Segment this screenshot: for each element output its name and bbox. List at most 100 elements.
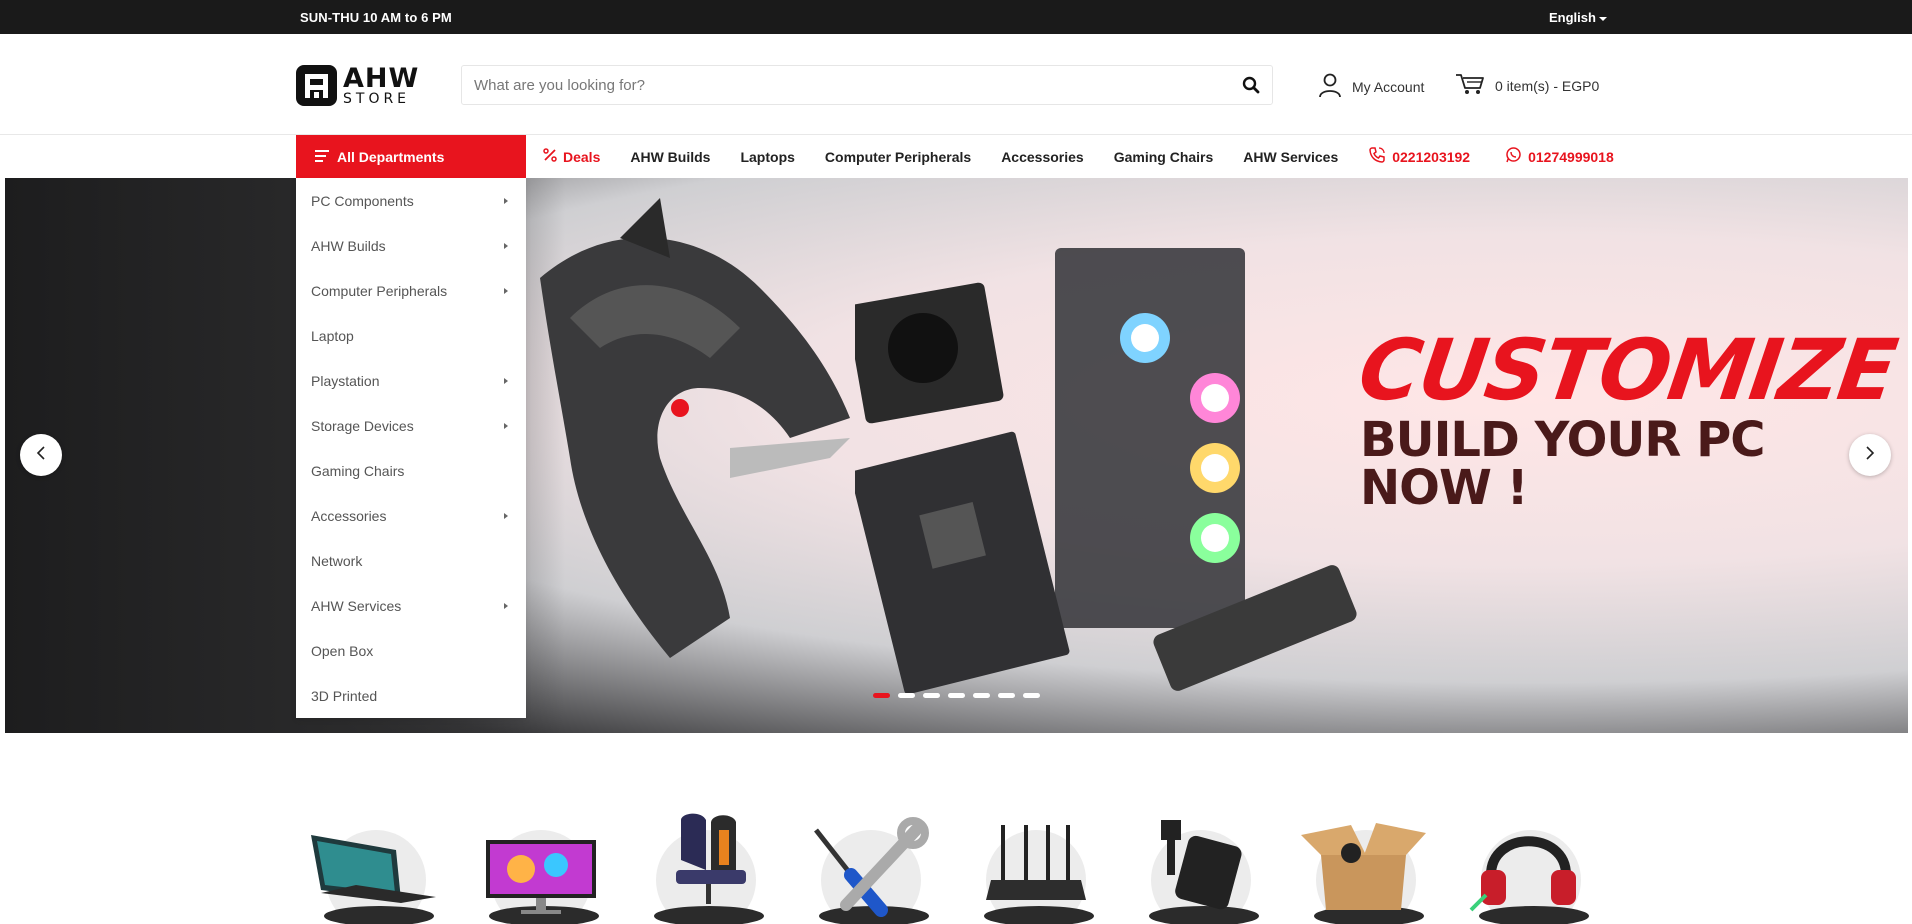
search-input[interactable] <box>462 66 1202 104</box>
dept-item-label: Gaming Chairs <box>311 462 405 479</box>
category-headset[interactable] <box>1451 810 1601 924</box>
slider-dot[interactable] <box>898 693 915 698</box>
departments-menu: PC Components AHW Builds Computer Periph… <box>296 178 526 718</box>
search-box <box>461 65 1273 105</box>
dept-item-computer-peripherals[interactable]: Computer Peripherals <box>296 268 526 313</box>
slider-dot[interactable] <box>923 693 940 698</box>
caret-right-icon <box>504 422 508 429</box>
dept-item-label: Playstation <box>311 372 380 389</box>
logo-text-secondary: STORE <box>343 90 411 107</box>
language-label: English <box>1549 10 1596 25</box>
caret-right-icon <box>504 197 508 204</box>
percent-icon <box>543 148 557 165</box>
caret-right-icon <box>504 512 508 519</box>
nav-link-accessories[interactable]: Accessories <box>1001 149 1084 165</box>
slider-dot[interactable] <box>973 693 990 698</box>
category-gaming-chair[interactable] <box>626 810 776 924</box>
category-services[interactable] <box>791 810 941 924</box>
slider-dot[interactable] <box>948 693 965 698</box>
whatsapp-icon <box>1504 146 1522 167</box>
slider-next-button[interactable] <box>1849 434 1891 476</box>
store-hours: SUN-THU 10 AM to 6 PM <box>300 10 452 25</box>
menu-lines-icon <box>315 149 329 165</box>
top-bar: SUN-THU 10 AM to 6 PM English <box>0 0 1912 34</box>
category-strip <box>296 810 1616 924</box>
monitor-icon <box>486 840 596 914</box>
caret-right-icon <box>504 242 508 249</box>
dept-item-gaming-chairs[interactable]: Gaming Chairs <box>296 448 526 493</box>
main-nav: All Departments Deals AHW Builds Laptops… <box>0 135 1912 178</box>
hero-slider[interactable]: CUSTOMIZE BUILD YOUR PC NOW ! <box>5 178 1908 733</box>
slider-pagination <box>873 693 1040 698</box>
my-account-link[interactable]: My Account <box>1318 72 1424 101</box>
hero-subtitle: BUILD YOUR PC NOW ! <box>1360 412 1765 516</box>
hero-headline: CUSTOMIZE BUILD YOUR PC NOW ! <box>1353 321 1901 516</box>
laptop-icon <box>311 835 436 903</box>
dept-item-ahw-builds[interactable]: AHW Builds <box>296 223 526 268</box>
dept-item-label: PC Components <box>311 192 414 209</box>
cart-icon <box>1455 72 1485 99</box>
open-box-icon <box>1301 823 1426 910</box>
user-icon <box>1318 72 1342 101</box>
nav-link-laptops[interactable]: Laptops <box>740 149 794 165</box>
store-logo[interactable]: AHW STORE <box>296 64 420 106</box>
pc-components-illustration <box>855 248 1357 695</box>
category-monitor[interactable] <box>461 810 611 924</box>
cart-summary: 0 item(s) - EGP0 <box>1495 77 1600 94</box>
logo-mark-icon <box>296 64 337 106</box>
category-laptop[interactable] <box>296 810 446 924</box>
dept-item-pc-components[interactable]: PC Components <box>296 178 526 223</box>
all-departments-button[interactable]: All Departments <box>296 135 526 178</box>
dept-item-network[interactable]: Network <box>296 538 526 583</box>
logo-text-primary: AHW <box>343 62 420 94</box>
account-label: My Account <box>1352 78 1425 95</box>
dept-item-label: 3D Printed <box>311 687 378 704</box>
dept-item-label: Open Box <box>311 642 374 659</box>
slider-dot[interactable] <box>873 693 890 698</box>
whatsapp-link[interactable]: 01274999018 <box>1504 146 1614 167</box>
category-phone-holder[interactable] <box>1121 810 1271 924</box>
search-icon[interactable] <box>1242 76 1262 96</box>
nav-link-ahw-services[interactable]: AHW Services <box>1243 149 1338 165</box>
language-selector[interactable]: English <box>1549 10 1607 25</box>
dept-item-label: Storage Devices <box>311 417 414 434</box>
dept-item-open-box[interactable]: Open Box <box>296 628 526 673</box>
slider-prev-button[interactable] <box>20 434 62 476</box>
phone-link[interactable]: 0221203192 <box>1368 146 1470 167</box>
caret-right-icon <box>504 377 508 384</box>
hero-title: CUSTOMIZE <box>1353 321 1902 419</box>
chevron-left-icon <box>36 445 46 465</box>
site-header: AHW STORE My Account 0 item(s) - EGP0 <box>0 34 1912 135</box>
dept-item-label: AHW Services <box>311 597 402 614</box>
nav-link-deals[interactable]: Deals <box>543 148 600 165</box>
category-open-box[interactable] <box>1286 810 1436 924</box>
gaming-chair-icon <box>676 813 746 904</box>
nav-links: Deals AHW Builds Laptops Computer Periph… <box>543 135 1644 178</box>
dept-item-label: AHW Builds <box>311 237 386 254</box>
caret-right-icon <box>504 602 508 609</box>
nav-link-ahw-builds[interactable]: AHW Builds <box>630 149 710 165</box>
dept-item-ahw-services[interactable]: AHW Services <box>296 583 526 628</box>
all-departments-label: All Departments <box>337 148 445 165</box>
dept-item-label: Network <box>311 552 363 569</box>
dept-item-label: Computer Peripherals <box>311 282 448 299</box>
phone-holder-icon <box>1161 820 1242 910</box>
cart-link[interactable]: 0 item(s) - EGP0 <box>1455 72 1599 99</box>
slider-dot[interactable] <box>998 693 1015 698</box>
dept-item-label: Laptop <box>311 327 354 344</box>
headset-icon <box>1469 836 1576 912</box>
dept-item-storage-devices[interactable]: Storage Devices <box>296 403 526 448</box>
dept-item-playstation[interactable]: Playstation <box>296 358 526 403</box>
nav-link-label: Deals <box>563 148 601 165</box>
nav-link-computer-peripherals[interactable]: Computer Peripherals <box>825 149 971 165</box>
dept-item-laptop[interactable]: Laptop <box>296 313 526 358</box>
chevron-right-icon <box>1865 445 1875 465</box>
slider-dot[interactable] <box>1023 693 1040 698</box>
phone-icon <box>1368 146 1386 167</box>
category-network[interactable] <box>956 810 1106 924</box>
dept-item-accessories[interactable]: Accessories <box>296 493 526 538</box>
dept-item-3d-printed[interactable]: 3D Printed <box>296 673 526 718</box>
router-icon <box>986 825 1086 900</box>
nav-link-gaming-chairs[interactable]: Gaming Chairs <box>1114 149 1214 165</box>
whatsapp-number: 01274999018 <box>1528 148 1614 165</box>
